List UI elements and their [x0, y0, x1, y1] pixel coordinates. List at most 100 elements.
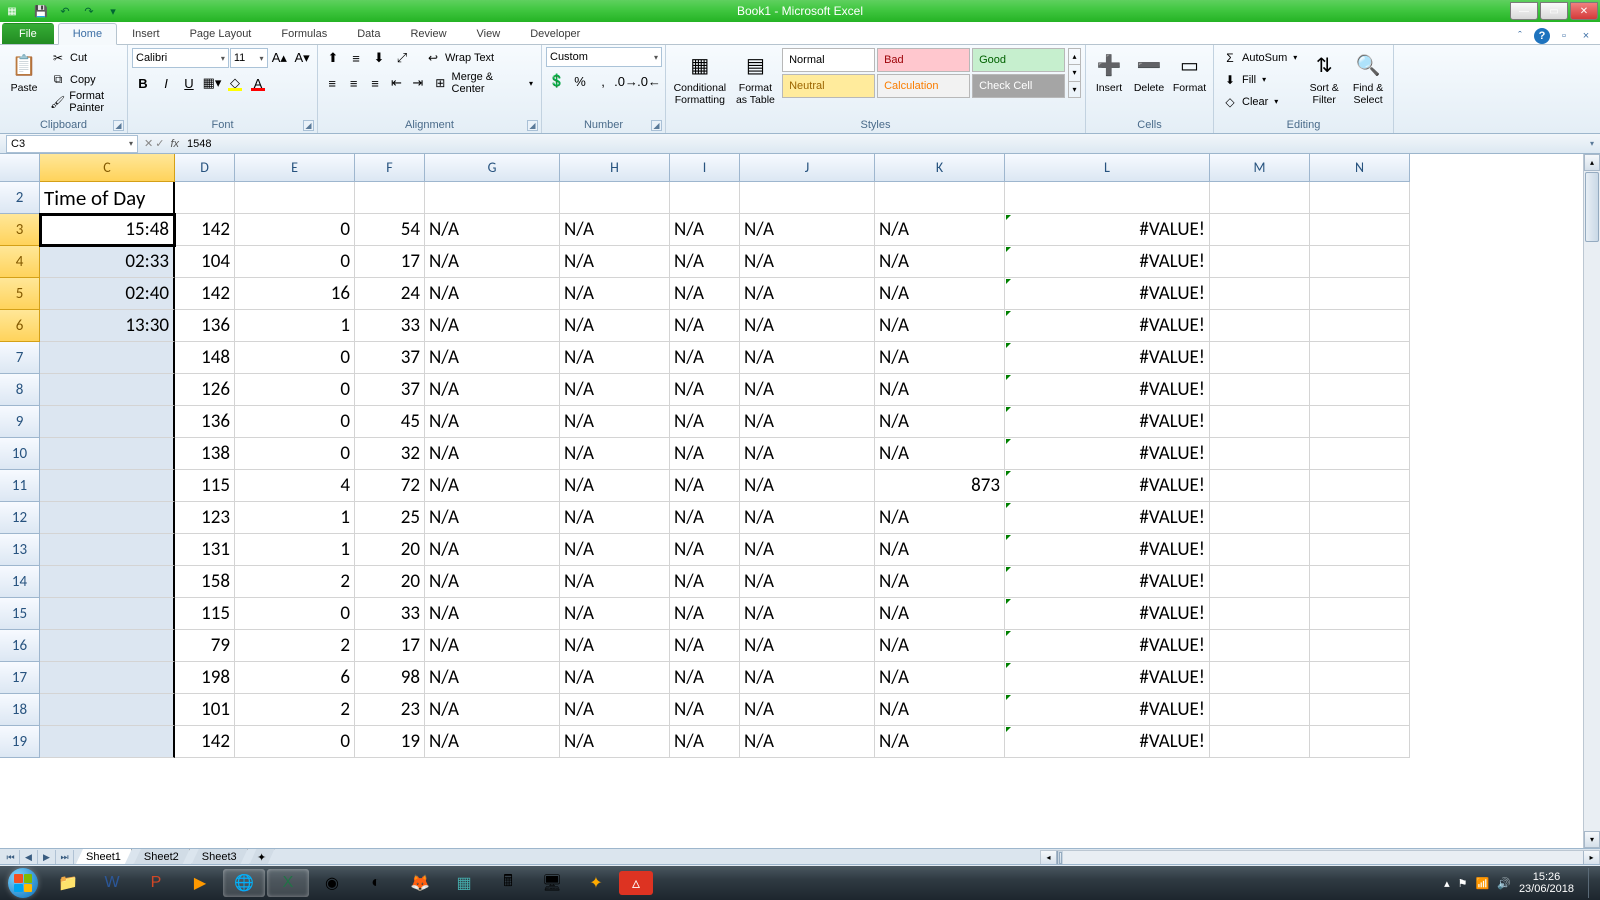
border-button[interactable]: ▦▾: [201, 72, 223, 94]
cell-E9[interactable]: 0: [235, 406, 355, 438]
font-size-dropdown[interactable]: 11▾: [230, 48, 268, 68]
conditional-formatting-button[interactable]: ▦Conditional Formatting: [670, 47, 730, 108]
cell-C14[interactable]: [40, 566, 175, 598]
cell-H8[interactable]: N/A: [560, 374, 670, 406]
cell-J14[interactable]: N/A: [740, 566, 875, 598]
row-header-2[interactable]: 2: [0, 182, 40, 214]
row-header-14[interactable]: 14: [0, 566, 40, 598]
cell-F12[interactable]: 25: [355, 502, 425, 534]
style-calculation[interactable]: Calculation: [877, 74, 970, 98]
cell-G18[interactable]: N/A: [425, 694, 560, 726]
cell-D9[interactable]: 136: [175, 406, 235, 438]
cell-H14[interactable]: N/A: [560, 566, 670, 598]
cell-G19[interactable]: N/A: [425, 726, 560, 758]
cell-D13[interactable]: 131: [175, 534, 235, 566]
taskbar-explorer[interactable]: 📁: [47, 869, 89, 897]
cell-N3[interactable]: [1310, 214, 1410, 246]
cell-D19[interactable]: 142: [175, 726, 235, 758]
cell-L2[interactable]: [1005, 182, 1210, 214]
cell-L12[interactable]: #VALUE!: [1005, 502, 1210, 534]
cell-H3[interactable]: N/A: [560, 214, 670, 246]
cell-L4[interactable]: #VALUE!: [1005, 246, 1210, 278]
cell-F10[interactable]: 32: [355, 438, 425, 470]
cell-E11[interactable]: 4: [235, 470, 355, 502]
cell-E18[interactable]: 2: [235, 694, 355, 726]
row-header-5[interactable]: 5: [0, 278, 40, 310]
col-header-H[interactable]: H: [560, 154, 670, 182]
cell-D12[interactable]: 123: [175, 502, 235, 534]
row-header-8[interactable]: 8: [0, 374, 40, 406]
cell-J9[interactable]: N/A: [740, 406, 875, 438]
cell-E14[interactable]: 2: [235, 566, 355, 598]
format-painter-button[interactable]: 🖌Format Painter: [46, 91, 123, 112]
cell-G7[interactable]: N/A: [425, 342, 560, 374]
cell-J7[interactable]: N/A: [740, 342, 875, 374]
row-header-13[interactable]: 13: [0, 534, 40, 566]
cell-M3[interactable]: [1210, 214, 1310, 246]
styles-scroll-up[interactable]: ▴: [1069, 49, 1080, 65]
cell-D6[interactable]: 136: [175, 310, 235, 342]
cell-I16[interactable]: N/A: [670, 630, 740, 662]
format-cells-button[interactable]: ▭Format: [1170, 47, 1209, 97]
cell-F15[interactable]: 33: [355, 598, 425, 630]
taskbar-app1[interactable]: ◉: [311, 869, 353, 897]
find-select-button[interactable]: 🔍Find & Select: [1347, 47, 1389, 108]
cell-C8[interactable]: [40, 374, 175, 406]
style-good[interactable]: Good: [972, 48, 1065, 72]
col-header-L[interactable]: L: [1005, 154, 1210, 182]
styles-scroll-down[interactable]: ▾: [1069, 65, 1080, 81]
cell-K9[interactable]: N/A: [875, 406, 1005, 438]
cell-H5[interactable]: N/A: [560, 278, 670, 310]
cell-I5[interactable]: N/A: [670, 278, 740, 310]
cell-F14[interactable]: 20: [355, 566, 425, 598]
row-header-6[interactable]: 6: [0, 310, 40, 342]
cell-F4[interactable]: 17: [355, 246, 425, 278]
taskbar-word[interactable]: W: [91, 869, 133, 897]
font-color-button[interactable]: A: [247, 72, 269, 94]
vertical-scrollbar[interactable]: ▴ ▾: [1583, 154, 1600, 848]
cell-L10[interactable]: #VALUE!: [1005, 438, 1210, 470]
cell-C2[interactable]: Time of Day: [40, 182, 175, 214]
cell-J3[interactable]: N/A: [740, 214, 875, 246]
cell-I6[interactable]: N/A: [670, 310, 740, 342]
increase-indent-icon[interactable]: ⇥: [408, 72, 428, 94]
cell-I9[interactable]: N/A: [670, 406, 740, 438]
cell-D16[interactable]: 79: [175, 630, 235, 662]
row-header-16[interactable]: 16: [0, 630, 40, 662]
align-left-icon[interactable]: ≡: [322, 72, 342, 94]
cell-J16[interactable]: N/A: [740, 630, 875, 662]
maximize-button[interactable]: ▭: [1540, 2, 1568, 20]
cell-H4[interactable]: N/A: [560, 246, 670, 278]
cell-M11[interactable]: [1210, 470, 1310, 502]
cell-F7[interactable]: 37: [355, 342, 425, 374]
cell-E3[interactable]: 0: [235, 214, 355, 246]
cell-K10[interactable]: N/A: [875, 438, 1005, 470]
style-normal[interactable]: Normal: [782, 48, 875, 72]
cell-M2[interactable]: [1210, 182, 1310, 214]
cut-button[interactable]: ✂Cut: [46, 47, 123, 68]
tab-formulas[interactable]: Formulas: [266, 23, 342, 44]
cell-D17[interactable]: 198: [175, 662, 235, 694]
cell-N6[interactable]: [1310, 310, 1410, 342]
tray-show-hidden[interactable]: ▴: [1444, 877, 1450, 890]
cell-J5[interactable]: N/A: [740, 278, 875, 310]
select-all-corner[interactable]: [0, 154, 40, 182]
cell-M16[interactable]: [1210, 630, 1310, 662]
cell-G12[interactable]: N/A: [425, 502, 560, 534]
cell-F3[interactable]: 54: [355, 214, 425, 246]
cell-N12[interactable]: [1310, 502, 1410, 534]
cell-I12[interactable]: N/A: [670, 502, 740, 534]
cell-G10[interactable]: N/A: [425, 438, 560, 470]
taskbar-app4[interactable]: 🖥: [531, 869, 573, 897]
tab-page-layout[interactable]: Page Layout: [175, 23, 267, 44]
col-header-C[interactable]: C: [40, 154, 175, 182]
cell-M12[interactable]: [1210, 502, 1310, 534]
cell-H2[interactable]: [560, 182, 670, 214]
cell-I8[interactable]: N/A: [670, 374, 740, 406]
percent-format-icon[interactable]: %: [569, 70, 591, 92]
cell-K13[interactable]: N/A: [875, 534, 1005, 566]
taskbar-excel[interactable]: X: [267, 869, 309, 897]
taskbar-app3[interactable]: ▦: [443, 869, 485, 897]
cell-L19[interactable]: #VALUE!: [1005, 726, 1210, 758]
cell-L13[interactable]: #VALUE!: [1005, 534, 1210, 566]
